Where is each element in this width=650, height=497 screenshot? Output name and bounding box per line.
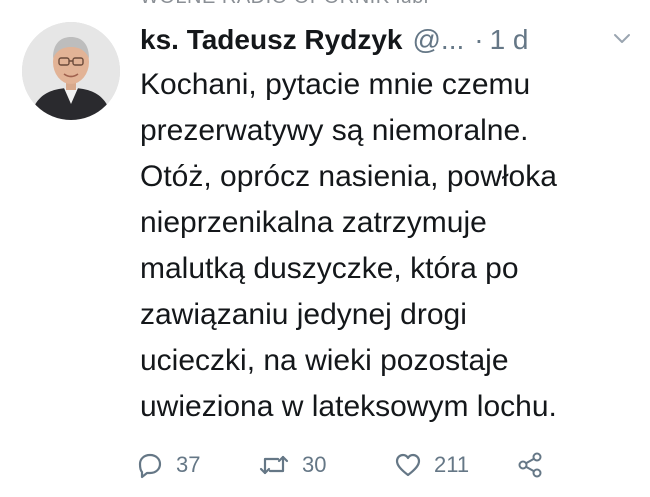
tweet-text-line: prezerwatywy są niemoralne. — [140, 114, 529, 147]
retweet-icon — [259, 455, 289, 475]
tweet-text-line: ucieczki, na wieki pozostaje — [140, 344, 509, 377]
like-button[interactable]: 211 — [394, 450, 469, 480]
chevron-down-icon[interactable] — [612, 28, 632, 48]
tweet-text-line: uwieziona w lateksowym lochu. — [140, 390, 557, 423]
retweet-button[interactable]: 30 — [258, 450, 326, 480]
share-icon — [518, 452, 542, 478]
reply-icon — [138, 453, 162, 479]
avatar[interactable] — [22, 22, 120, 120]
tweet-header: ks. Tadeusz Rydzyk @... · 1 d — [140, 24, 640, 60]
avatar-photo — [22, 22, 120, 120]
tweet-text-line: nieprzenikalna zatrzymuje — [140, 206, 487, 239]
reply-count: 37 — [176, 452, 201, 477]
author-handle[interactable]: @... — [412, 24, 464, 56]
tweet-timestamp[interactable]: 1 d — [490, 24, 529, 56]
heart-icon — [395, 453, 421, 477]
separator-dot: · — [474, 24, 484, 55]
author-name[interactable]: ks. Tadeusz Rydzyk — [140, 24, 402, 56]
tweet-text: Kochani, pytacie mnie czemu prezerwatywy… — [140, 62, 640, 430]
share-button[interactable] — [516, 450, 556, 480]
tweet-text-line: malutką duszyczke, która po — [140, 252, 519, 285]
tweet-text-line: Otóż, oprócz nasienia, powłoka — [140, 160, 557, 193]
tweet-text-line: Kochani, pytacie mnie czemu — [140, 68, 531, 101]
tweet-text-line: zawiązaniu jedynej drogi — [140, 298, 467, 331]
tweet-actions: 37 30 211 — [136, 450, 616, 480]
like-count: 211 — [434, 452, 470, 477]
reply-button[interactable]: 37 — [136, 450, 200, 480]
social-context-header: WOLNE RADIO OPORNIK lubi — [140, 0, 429, 9]
retweet-count: 30 — [302, 452, 327, 477]
